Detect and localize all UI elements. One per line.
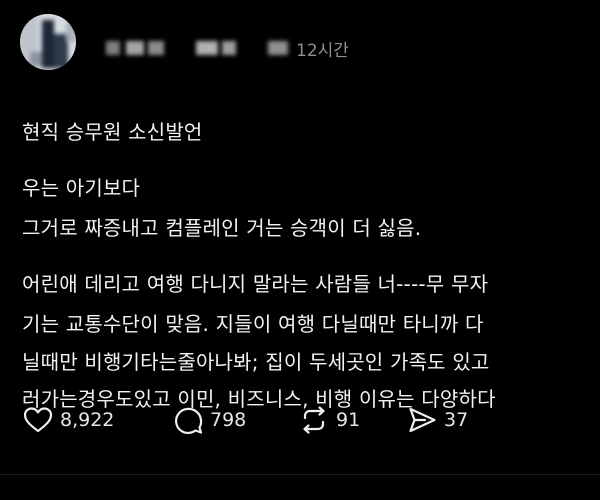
repost-icon — [303, 406, 325, 434]
comment-icon — [175, 407, 203, 435]
repost-button[interactable]: 91 — [298, 400, 360, 440]
comment-button[interactable]: 798 — [172, 400, 246, 440]
send-icon — [409, 407, 436, 433]
divider — [0, 474, 600, 475]
comment-count: 798 — [210, 409, 247, 431]
post-line: 닐때만 비행기타는줄아나봐; 집이 두세곳인 가족도 있고 — [22, 350, 490, 374]
post-line: 우는 아기보다 — [22, 176, 141, 200]
action-bar: 8,922 798 91 37 — [22, 400, 582, 440]
like-button[interactable]: 8,922 — [22, 400, 114, 440]
post-title: 현직 승무원 소신발언 — [22, 120, 203, 144]
post-line: 기는 교통수단이 맞음. 지들이 여행 다닐때만 타니까 다 — [22, 312, 484, 336]
repost-count: 91 — [336, 409, 361, 431]
post-timestamp: 12시간 — [296, 41, 349, 61]
avatar[interactable] — [20, 14, 76, 70]
share-count: 37 — [444, 409, 469, 431]
like-count: 8,922 — [60, 409, 115, 431]
post-line: 그거로 짜증내고 컴플레인 거는 승객이 더 싫음. — [22, 216, 422, 240]
post-line: 어린애 데리고 여행 다니지 말라는 사람들 너----무 무자 — [22, 272, 489, 296]
share-button[interactable]: 37 — [406, 400, 468, 440]
username-censored[interactable] — [104, 38, 294, 60]
heart-icon — [23, 407, 53, 433]
